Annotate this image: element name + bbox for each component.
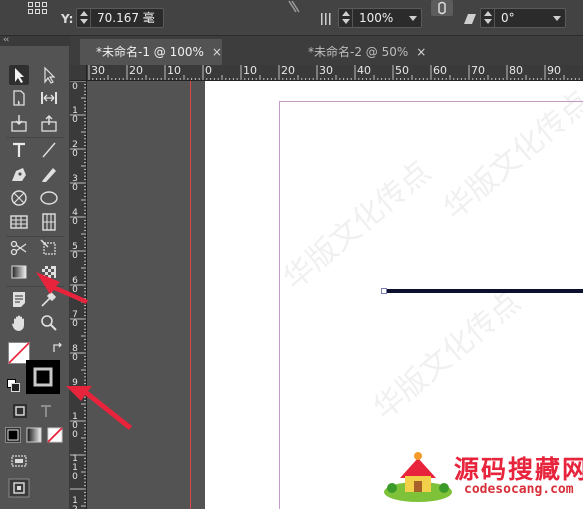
horizontal-ruler[interactable]: 30 20 10 0 10 20 30 40 50 60 70 80 90 [87, 65, 583, 81]
toolbox [0, 46, 70, 509]
free-transform-tool-icon[interactable] [39, 238, 59, 258]
ruler-h-label: 0 [205, 65, 212, 77]
rectangle-frame-tool-icon[interactable] [9, 188, 29, 208]
ellipse-tool-icon[interactable] [39, 188, 59, 208]
ruler-v-label: 4 0 [72, 208, 78, 227]
ruler-h-label: 30 [91, 65, 105, 77]
ruler-h-label: 20 [129, 65, 143, 77]
ruler-h-label: 80 [509, 65, 523, 77]
ruler-v-label: 5 0 [72, 242, 78, 261]
collapse-panel-button[interactable]: ‹‹ [0, 36, 70, 46]
default-fill-stroke-icon[interactable] [7, 379, 20, 392]
eyedropper-tool-icon[interactable] [39, 289, 59, 309]
anchor-point-handle[interactable] [381, 288, 387, 294]
apply-none-icon[interactable] [47, 427, 63, 443]
stroke-swatch-icon[interactable] [26, 360, 60, 394]
scale-stepper-icon[interactable] [339, 9, 353, 27]
link-icon[interactable] [431, 0, 453, 16]
scale-field[interactable]: 100% [338, 8, 422, 28]
shear-stepper-icon[interactable] [481, 9, 495, 27]
shear-angle-field[interactable]: 0° [480, 8, 566, 28]
ruler-h-label: 10 [243, 65, 257, 77]
close-icon[interactable]: × [416, 45, 426, 59]
ruler-h-label: 10 [167, 65, 181, 77]
hand-tool-icon[interactable] [9, 313, 29, 333]
ruler-v-label: 1 0 0 [72, 412, 78, 440]
control-bar: Y: 70.167 毫 100% 0° [0, 0, 583, 36]
shear-angle-value: 0° [501, 11, 515, 25]
close-icon[interactable]: × [212, 45, 222, 59]
y-label: Y: [61, 12, 74, 26]
formatting-container-icon[interactable] [12, 403, 28, 419]
ruler-h-label: 20 [281, 65, 295, 77]
type-tool-icon[interactable] [9, 140, 29, 160]
ruler-v-label: 3 0 [72, 174, 78, 193]
note-tool-icon[interactable] [9, 289, 29, 309]
screen-mode-icon[interactable] [10, 453, 28, 469]
selection-tool-icon[interactable] [9, 65, 29, 85]
ruler-v-label: 1 1 0 [72, 454, 78, 482]
table-tool-icon[interactable] [9, 212, 29, 232]
apply-gradient-icon[interactable] [26, 427, 42, 443]
y-stepper-icon[interactable] [77, 9, 91, 27]
pasteboard[interactable]: 华版文化传点 华版文化传点 华版文化传点 [87, 81, 583, 509]
logo-subtitle: codesocang.com [464, 482, 574, 497]
ruler-v-label: 9 0 [72, 378, 78, 397]
vertical-ruler[interactable]: 0 1 0 2 0 3 0 4 0 5 0 6 0 7 0 8 0 9 0 1 … [70, 81, 87, 509]
house-logo-icon [384, 452, 452, 502]
document-tabs: *未命名-1 @ 100% × *未命名-2 @ 50% × [70, 36, 583, 65]
chevron-down-icon[interactable] [553, 16, 561, 21]
document-page[interactable]: 华版文化传点 华版文化传点 华版文化传点 [205, 81, 583, 509]
content-placer-tool-icon[interactable] [39, 113, 59, 133]
tab-document-2[interactable]: *未命名-2 @ 50% × [296, 39, 438, 65]
formatting-text-icon[interactable] [38, 403, 54, 419]
logo-title: 源码搜藏网 [454, 455, 583, 484]
direct-selection-tool-icon[interactable] [39, 65, 59, 85]
site-logo: 源码搜藏网 codesocang.com [380, 448, 583, 504]
ruler-h-label: 60 [433, 65, 447, 77]
ruler-v-label: 6 0 [72, 276, 78, 295]
content-collector-tool-icon[interactable] [9, 113, 29, 133]
y-position-field[interactable]: 70.167 毫 [76, 8, 164, 28]
zoom-tool-icon[interactable] [39, 313, 59, 333]
ruler-h-label: 40 [357, 65, 371, 77]
ruler-h-label: 30 [319, 65, 333, 77]
ruler-origin[interactable] [70, 65, 87, 81]
ruler-v-label: 7 0 [72, 310, 78, 329]
tab-document-1[interactable]: *未命名-1 @ 100% × [80, 39, 222, 65]
tab-label: *未命名-1 @ 100% [96, 45, 204, 59]
line-tool-icon[interactable] [39, 140, 59, 160]
pen-tool-icon[interactable] [9, 164, 29, 184]
y-position-value: 70.167 毫 [97, 11, 155, 25]
gradient-swatch-tool-icon[interactable] [9, 262, 29, 282]
view-mode-icon[interactable] [8, 478, 30, 498]
ruler-v-label: 2 0 [72, 140, 78, 159]
tab-label: *未命名-2 @ 50% [308, 45, 409, 59]
ruler-v-label: 8 0 [72, 344, 78, 363]
chevron-down-icon[interactable] [409, 16, 417, 21]
reference-point-icon[interactable] [26, 2, 52, 18]
pencil-tool-icon[interactable] [39, 164, 59, 184]
apply-color-icon[interactable] [5, 427, 21, 443]
scale-y-icon [321, 13, 331, 25]
ruler-h-label: 70 [471, 65, 485, 77]
selected-line-object[interactable] [384, 289, 583, 293]
scale-value: 100% [359, 11, 394, 25]
constrain-proportions-icon[interactable] [286, 0, 302, 14]
page-tool-icon[interactable] [9, 88, 29, 108]
ruler-h-label: 50 [395, 65, 409, 77]
gradient-feather-tool-icon[interactable] [39, 262, 59, 282]
scissors-tool-icon[interactable] [9, 238, 29, 258]
bleed-guide [190, 81, 191, 509]
gap-tool-icon[interactable] [39, 88, 59, 108]
ruler-v-label: 1 2 0 [72, 496, 78, 509]
shear-icon [464, 14, 476, 24]
ruler-v-label: 1 0 [72, 106, 78, 125]
swap-fill-stroke-icon[interactable] [52, 342, 64, 354]
grid-tool-icon[interactable] [39, 212, 59, 232]
ruler-v-label: 0 [72, 82, 78, 92]
ruler-h-label: 90 [547, 65, 561, 77]
